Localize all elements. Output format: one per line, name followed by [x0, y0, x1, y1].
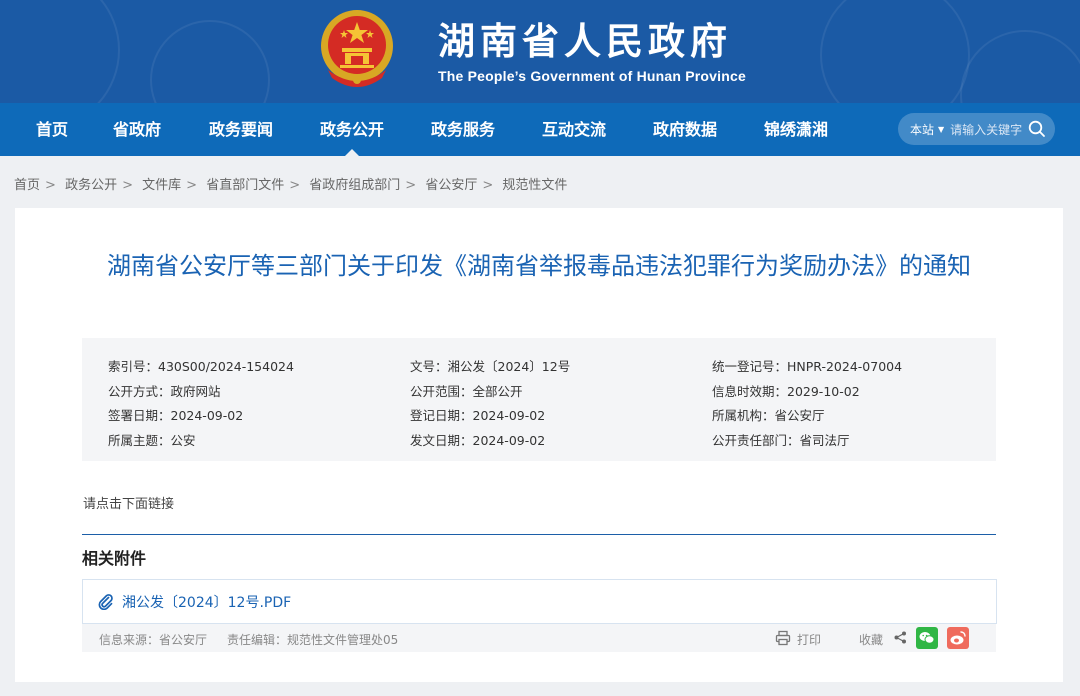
- header-decoration: [960, 30, 1080, 103]
- national-emblem-icon: [318, 8, 396, 90]
- nav-government-data[interactable]: 政府数据: [644, 103, 726, 156]
- meta-validity-period: 信息时效期：2029-10-02: [712, 384, 860, 399]
- meta-signing-date: 签署日期：2024-09-02: [108, 408, 244, 423]
- paperclip-icon: [98, 594, 113, 610]
- weibo-share-icon[interactable]: [947, 627, 969, 649]
- breadcrumb-government-affairs[interactable]: 政务公开: [65, 178, 117, 193]
- breadcrumb-separator: >: [482, 178, 494, 193]
- breadcrumb-home[interactable]: 首页: [14, 178, 40, 193]
- search-icon[interactable]: [1028, 120, 1046, 138]
- meta-topic: 所属主题：公安: [108, 433, 196, 448]
- meta-issue-date: 发文日期：2024-09-02: [410, 433, 546, 448]
- article-body-text: 请点击下面链接: [83, 497, 175, 512]
- header-decoration: [150, 20, 270, 103]
- header-decoration: [820, 0, 970, 103]
- responsible-editor: 责任编辑：规范性文件管理处05: [227, 633, 399, 647]
- site-subtitle: The People’s Government of Hunan Provinc…: [438, 68, 746, 84]
- meta-responsible-department: 公开责任部门：省司法厅: [712, 433, 850, 448]
- meta-disclosure-method: 公开方式：政府网站: [108, 384, 221, 399]
- meta-index-number: 索引号：430S00/2024-154024: [108, 359, 294, 374]
- article-card: 湖南省公安厅等三部门关于印发《湖南省举报毒品违法犯罪行为奖励办法》的通知 索引号…: [15, 208, 1063, 682]
- info-source: 信息来源：省公安厅: [99, 633, 208, 647]
- nav-interaction[interactable]: 互动交流: [533, 103, 615, 156]
- document-metadata-table: 索引号：430S00/2024-154024 文号：湘公发〔2024〕12号 统…: [82, 338, 996, 461]
- search-bar[interactable]: 本站 ▼ 请输入关键字: [898, 113, 1055, 145]
- meta-registration-number: 统一登记号：HNPR-2024-07004: [712, 359, 903, 374]
- site-header: 湖南省人民政府 The People’s Government of Hunan…: [0, 0, 1080, 103]
- breadcrumb-department-documents[interactable]: 省直部门文件: [206, 178, 284, 193]
- brand-text: 湖南省人民政府 The People’s Government of Hunan…: [438, 14, 746, 84]
- article-title: 湖南省公安厅等三部门关于印发《湖南省举报毒品违法犯罪行为奖励办法》的通知: [107, 252, 971, 280]
- wechat-share-icon[interactable]: [916, 627, 938, 649]
- breadcrumb-separator: >: [45, 178, 56, 193]
- article-footer-bar: 信息来源：省公安厅 责任编辑：规范性文件管理处05 打印 收藏: [82, 624, 996, 652]
- breadcrumb-public-security-department[interactable]: 省公安厅: [425, 178, 477, 193]
- breadcrumb-separator: >: [186, 178, 198, 193]
- favorite-button[interactable]: 收藏: [859, 631, 883, 648]
- caret-down-icon[interactable]: ▼: [938, 125, 944, 134]
- breadcrumb-document-library[interactable]: 文件库: [142, 178, 181, 193]
- section-divider: [82, 534, 996, 535]
- nav-government-affairs-disclosure[interactable]: 政务公开: [311, 103, 393, 156]
- nav-government-news[interactable]: 政务要闻: [200, 103, 282, 156]
- site-logo[interactable]: 湖南省人民政府 The People’s Government of Hunan…: [318, 8, 746, 90]
- meta-institution: 所属机构：省公安厅: [712, 408, 825, 423]
- attachment-link[interactable]: 湘公发〔2024〕12号.PDF: [122, 592, 291, 612]
- site-title: 湖南省人民政府: [438, 20, 732, 63]
- meta-document-number: 文号：湘公发〔2024〕12号: [410, 359, 571, 374]
- meta-disclosure-scope: 公开范围：全部公开: [410, 384, 523, 399]
- breadcrumb-normative-documents[interactable]: 规范性文件: [502, 178, 567, 193]
- share-icon[interactable]: [894, 631, 907, 644]
- breadcrumb-separator: >: [122, 178, 133, 193]
- breadcrumb-government-departments[interactable]: 省政府组成部门: [309, 178, 400, 193]
- breadcrumb-separator: >: [289, 178, 301, 193]
- print-button[interactable]: 打印: [797, 631, 821, 648]
- meta-registration-date: 登记日期：2024-09-02: [410, 408, 546, 423]
- nav-government-services[interactable]: 政务服务: [422, 103, 504, 156]
- attachment-item: 湘公发〔2024〕12号.PDF: [82, 579, 997, 624]
- nav-home[interactable]: 首页: [20, 103, 84, 156]
- nav-provincial-government[interactable]: 省政府: [101, 103, 173, 156]
- search-input[interactable]: 请输入关键字: [950, 121, 1022, 138]
- breadcrumb-separator: >: [405, 178, 417, 193]
- printer-icon[interactable]: [775, 630, 791, 646]
- breadcrumb: 首页 > 政务公开 > 文件库 > 省直部门文件 > 省政府组成部门 > 省公安厅 > 规范…: [14, 174, 567, 193]
- header-decoration: [0, 0, 120, 103]
- nav-scenic-hunan[interactable]: 锦绣潇湘: [755, 103, 837, 156]
- attachments-heading: 相关附件: [82, 549, 147, 568]
- search-scope-select[interactable]: 本站: [910, 121, 934, 138]
